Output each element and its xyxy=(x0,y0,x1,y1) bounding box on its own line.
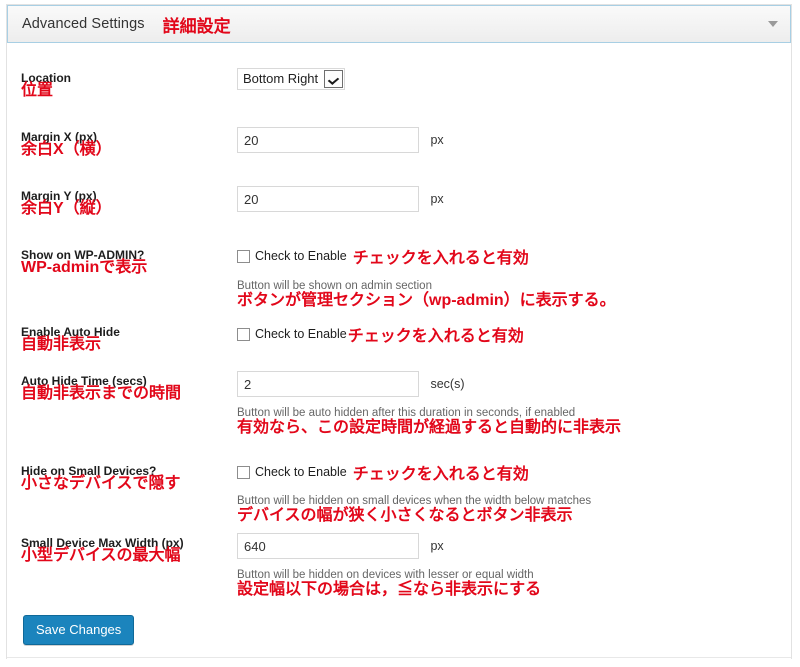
small-device-max-width-help: Button will be hidden on devices with le… xyxy=(237,569,541,598)
enable-auto-hide-checkbox[interactable] xyxy=(237,327,250,341)
margin-x-field: px xyxy=(237,127,444,153)
margin-x-unit: px xyxy=(430,133,444,147)
hide-on-small-devices-help: Button will be hidden on small devices w… xyxy=(237,495,591,524)
auto-hide-time-label-annotation-jp: 自動非表示までの時間 xyxy=(21,385,182,402)
show-on-wp-admin-label: Show on WP-ADMIN? WP-adminで表示 xyxy=(21,249,231,276)
chevron-down-icon[interactable] xyxy=(768,21,778,27)
hide-on-small-devices-checkbox[interactable] xyxy=(237,465,250,479)
save-changes-button[interactable]: Save Changes xyxy=(23,615,135,645)
settings-form: Location 位置 Bottom Right Margin X (px) 余… xyxy=(7,44,791,659)
chevron-down-icon[interactable] xyxy=(324,70,344,88)
location-select-value: Bottom Right xyxy=(243,71,319,86)
settings-panel: Advanced Settings 詳細設定 Location 位置 Botto… xyxy=(6,4,792,659)
show-on-wp-admin-checkbox-label-en: Check to Enable xyxy=(255,249,347,263)
small-device-max-width-field: px Button will be hidden on devices with… xyxy=(237,533,541,598)
form-footer-divider xyxy=(7,657,791,658)
show-on-wp-admin-help: Button will be shown on admin section ボタ… xyxy=(237,280,616,309)
enable-auto-hide-label: Enable Auto Hide 自動非表示 xyxy=(21,326,231,353)
show-on-wp-admin-checkbox-line[interactable]: Check to Enable チェックを入れると有効 xyxy=(237,244,616,268)
show-on-wp-admin-help-annotation-jp: ボタンが管理セクション（wp-admin）に表示する。 xyxy=(237,292,616,309)
auto-hide-time-help-annotation-jp: 有効なら、この設定時間が経過すると自動的に非表示 xyxy=(237,419,622,436)
margin-x-label: Margin X (px) 余白X（横） xyxy=(21,131,231,158)
show-on-wp-admin-field: Check to Enable チェックを入れると有効 Button will … xyxy=(237,244,616,309)
hide-on-small-devices-checkbox-line[interactable]: Check to Enable チェックを入れると有効 xyxy=(237,460,591,484)
location-select[interactable]: Bottom Right xyxy=(237,68,346,90)
advanced-settings-accordion-header[interactable]: Advanced Settings 詳細設定 xyxy=(7,5,791,43)
show-on-wp-admin-checkbox-annotation-jp: チェックを入れると有効 xyxy=(352,250,529,267)
show-on-wp-admin-checkbox[interactable] xyxy=(237,249,250,263)
accordion-title-annotation-jp: 詳細設定 xyxy=(162,16,231,36)
enable-auto-hide-field: Check to Enable チェックを入れると有効 xyxy=(237,322,524,346)
margin-y-label: Margin Y (px) 余白Y（縦） xyxy=(21,190,231,217)
small-device-max-width-help-annotation-jp: 設定幅以下の場合は，≦なら非表示にする xyxy=(237,581,542,598)
hide-on-small-devices-label: Hide on Small Devices? 小さなデバイスで隠す xyxy=(21,465,231,492)
auto-hide-time-field: sec(s) Button will be auto hidden after … xyxy=(237,371,621,436)
small-device-max-width-label-annotation-jp: 小型デバイスの最大幅 xyxy=(21,547,181,564)
margin-x-label-annotation-jp: 余白X（横） xyxy=(21,141,112,158)
location-label: Location 位置 xyxy=(21,72,231,99)
auto-hide-time-help: Button will be auto hidden after this du… xyxy=(237,407,621,436)
margin-y-label-annotation-jp: 余白Y（縦） xyxy=(21,200,112,217)
margin-y-field: px xyxy=(237,186,444,212)
small-device-max-width-input[interactable] xyxy=(237,533,419,559)
show-on-wp-admin-label-annotation-jp: WP-adminで表示 xyxy=(21,259,148,276)
auto-hide-time-input[interactable] xyxy=(237,371,419,397)
enable-auto-hide-checkbox-annotation-jp: チェックを入れると有効 xyxy=(347,328,524,345)
hide-on-small-devices-field: Check to Enable チェックを入れると有効 Button will … xyxy=(237,460,591,524)
hide-on-small-devices-label-annotation-jp: 小さなデバイスで隠す xyxy=(21,475,181,492)
location-label-annotation-jp: 位置 xyxy=(21,82,54,99)
accordion-title-en: Advanced Settings xyxy=(22,16,145,32)
small-device-max-width-label: Small Device Max Width (px) 小型デバイスの最大幅 xyxy=(21,537,231,564)
margin-y-unit: px xyxy=(430,192,444,206)
enable-auto-hide-label-annotation-jp: 自動非表示 xyxy=(21,336,102,353)
enable-auto-hide-checkbox-label-en: Check to Enable xyxy=(255,327,347,341)
hide-on-small-devices-checkbox-label-en: Check to Enable xyxy=(255,465,347,479)
small-device-max-width-unit: px xyxy=(430,539,444,553)
location-field: Bottom Right xyxy=(237,68,346,90)
margin-y-input[interactable] xyxy=(237,186,419,212)
margin-x-input[interactable] xyxy=(237,127,419,153)
hide-on-small-devices-checkbox-annotation-jp: チェックを入れると有効 xyxy=(352,466,529,483)
auto-hide-time-unit: sec(s) xyxy=(430,377,465,391)
auto-hide-time-label: Auto Hide Time (secs) 自動非表示までの時間 xyxy=(21,375,231,402)
hide-on-small-devices-help-annotation-jp: デバイスの幅が狭く小さくなるとボタン非表示 xyxy=(237,507,573,524)
enable-auto-hide-checkbox-line[interactable]: Check to Enable チェックを入れると有効 xyxy=(237,322,524,346)
